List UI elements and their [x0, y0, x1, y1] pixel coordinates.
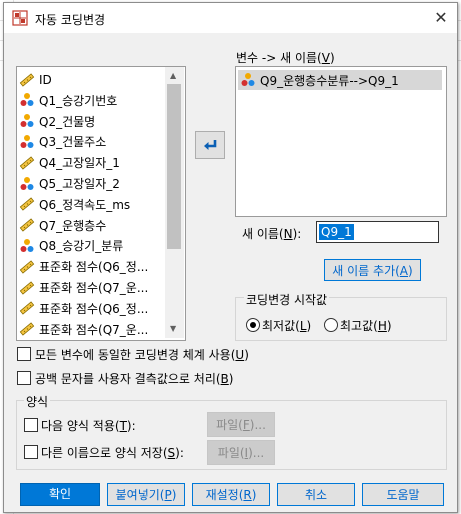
mapping-list-item[interactable]: Q9_운행층수분류-->Q9_1	[238, 70, 442, 90]
save-template-label[interactable]: 다른 이름으로 양식 저장(S):	[41, 444, 184, 461]
radio-lowest-label[interactable]: 최저값(L)	[262, 317, 311, 334]
recode-start-legend: 코딩변경 시작값	[244, 291, 330, 308]
source-variable-label: 표준화 점수(Q7_운...	[39, 281, 149, 295]
scale-variable-icon	[19, 260, 35, 274]
source-variable-label: 표준화 점수(Q6_정...	[39, 260, 149, 275]
nominal-variable-icon	[20, 238, 34, 252]
scale-variable-icon	[19, 197, 35, 211]
source-variable-item[interactable]: Q2_건물명	[19, 112, 167, 131]
title-bar: 자동 코딩변경 ✕	[4, 3, 457, 33]
same-scheme-label[interactable]: 모든 변수에 동일한 코딩변경 체계 사용(U)	[35, 346, 249, 363]
nominal-variable-icon	[20, 114, 34, 128]
scroll-up-icon[interactable]: ▲	[170, 71, 176, 80]
help-button[interactable]: 도움말	[362, 483, 444, 506]
move-variable-button[interactable]	[195, 131, 225, 159]
add-new-name-button[interactable]: 새 이름 추가(A)	[324, 259, 421, 281]
source-variable-item[interactable]: Q3_건물주소	[19, 132, 167, 151]
auto-recode-dialog: 자동 코딩변경 ✕ ID Q1_승강기번호 Q2_건물명 Q3_건물주소 Q4_고장일자…	[3, 2, 458, 513]
nominal-variable-icon	[20, 134, 34, 148]
apply-template-file-button[interactable]: 파일(F)...	[207, 412, 275, 437]
new-name-label: 새 이름(N):	[242, 227, 302, 241]
mapping-item-label: Q9_운행층수분류-->Q9_1	[260, 73, 399, 88]
apply-template-label[interactable]: 다음 양식 적용(T):	[41, 417, 136, 434]
reset-button[interactable]: 재설정(R)	[192, 483, 270, 506]
source-variable-label: Q1_승강기번호	[39, 93, 118, 108]
source-variable-item[interactable]: Q4_고장일자_1	[19, 153, 167, 172]
scale-variable-icon	[19, 322, 35, 336]
blank-missing-label[interactable]: 공백 문자를 사용자 결측값으로 처리(B)	[35, 370, 233, 387]
blank-missing-checkbox[interactable]	[17, 371, 31, 385]
scale-variable-icon	[19, 301, 35, 315]
paste-button[interactable]: 붙여넣기(P)	[107, 483, 185, 506]
scale-variable-icon	[19, 156, 35, 170]
apply-template-checkbox[interactable]	[24, 418, 38, 432]
radio-highest-label[interactable]: 최고값(H)	[340, 317, 392, 334]
source-variable-label: ID	[39, 72, 52, 87]
source-variable-label: Q4_고장일자_1	[39, 156, 120, 171]
close-icon[interactable]: ✕	[425, 3, 457, 33]
source-variable-label: 표준화 점수(Q6_정...	[39, 301, 149, 316]
source-variable-item[interactable]: Q6_정격속도_ms	[19, 195, 167, 214]
source-variable-item[interactable]: 표준화 점수(Q6_정...	[19, 299, 167, 318]
new-name-input[interactable]: Q9_1	[316, 221, 439, 243]
source-variable-label: Q3_건물주소	[39, 135, 107, 150]
mapping-label: 변수 -> 새 이름(V)	[236, 51, 335, 65]
radio-lowest[interactable]	[246, 318, 260, 332]
template-legend: 양식	[24, 393, 51, 410]
same-scheme-checkbox[interactable]	[17, 347, 31, 361]
mapping-list[interactable]: Q9_운행층수분류-->Q9_1	[235, 66, 447, 217]
source-list-scroll-thumb[interactable]	[167, 84, 181, 249]
nominal-variable-icon	[241, 73, 255, 86]
ok-button[interactable]: 확인	[20, 483, 100, 506]
source-variable-item[interactable]: ID	[19, 70, 167, 89]
scale-variable-icon	[19, 280, 35, 295]
nominal-variable-icon	[20, 176, 34, 190]
source-variable-label: Q2_건물명	[39, 114, 96, 129]
save-template-file-button[interactable]: 파일(I)...	[207, 440, 275, 465]
source-variable-item[interactable]: 표준화 점수(Q7_운...	[19, 278, 167, 297]
source-variable-item[interactable]: 표준화 점수(Q6_정...	[19, 257, 167, 276]
dialog-title: 자동 코딩변경	[35, 13, 106, 27]
scroll-down-icon[interactable]: ▼	[170, 324, 176, 333]
source-list-scrollbar[interactable]: ▲ ▼	[165, 67, 184, 338]
new-name-value: Q9_1	[319, 224, 354, 240]
source-variable-item[interactable]: Q1_승강기번호	[19, 91, 167, 110]
nominal-variable-icon	[20, 93, 34, 107]
radio-highest[interactable]	[324, 318, 338, 332]
source-variable-item[interactable]: Q8_승강기_분류	[19, 236, 167, 255]
source-variable-item[interactable]: Q5_고장일자_2	[19, 174, 167, 193]
spss-app-icon	[12, 10, 28, 26]
scale-variable-icon	[19, 72, 35, 87]
arrow-left-icon	[204, 140, 217, 150]
source-variable-list[interactable]: ID Q1_승강기번호 Q2_건물명 Q3_건물주소 Q4_고장일자_1 Q5_고장일자_…	[16, 66, 186, 341]
source-variable-label: Q8_승강기_분류	[39, 239, 124, 254]
source-variable-item[interactable]: Q7_운행층수	[19, 216, 167, 235]
source-variable-label: 표준화 점수(Q7_운...	[39, 322, 149, 337]
cancel-button[interactable]: 취소	[277, 483, 355, 506]
source-variable-label: Q6_정격속도_ms	[39, 197, 131, 212]
source-variable-item[interactable]: 표준화 점수(Q7_운...	[19, 320, 167, 339]
source-variable-label: Q7_운행층수	[39, 218, 107, 233]
scale-variable-icon	[19, 218, 35, 232]
save-template-checkbox[interactable]	[24, 445, 38, 459]
source-variable-label: Q5_고장일자_2	[39, 177, 120, 191]
